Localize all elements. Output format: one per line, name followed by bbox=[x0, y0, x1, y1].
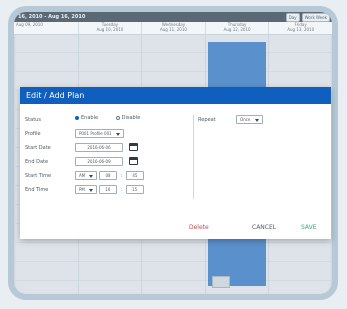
day-0: Aug 09, 2010 bbox=[14, 22, 78, 34]
cancel-button[interactable]: CANCEL bbox=[252, 224, 276, 231]
end-date-input[interactable]: 2016-06-09 bbox=[75, 157, 123, 166]
end-minute-input[interactable]: 15 bbox=[125, 185, 144, 194]
start-date-input[interactable]: 2016-06-06 bbox=[75, 143, 123, 152]
calendar-icon[interactable] bbox=[128, 157, 138, 165]
status-label: Status bbox=[25, 117, 41, 123]
end-ampm-select[interactable]: PM bbox=[75, 185, 98, 194]
repeat-control: Once bbox=[236, 115, 263, 124]
modal-divider bbox=[193, 115, 194, 199]
profile-select[interactable]: P001 Profile 001 bbox=[75, 129, 124, 138]
profile-select-value: P001 Profile 001 bbox=[79, 131, 112, 136]
day-1-date: Aug 10, 2010 bbox=[96, 27, 124, 32]
day-0-date: Aug 09, 2010 bbox=[16, 22, 43, 27]
calendar-header: 16, 2010 - Aug 16, 2010 Day Work Week bbox=[14, 12, 332, 22]
caret-down-icon bbox=[254, 118, 259, 122]
repeat-row: Repeat Once bbox=[198, 115, 328, 129]
delete-button[interactable]: Delete bbox=[189, 224, 209, 231]
status-options: Enable Disable bbox=[75, 115, 156, 122]
start-time-control: AM 08 : 45 bbox=[75, 171, 144, 180]
radio-unselected-icon bbox=[115, 116, 120, 120]
day-4: Friday Aug 13, 2010 bbox=[268, 22, 332, 34]
modal-actions: Delete CANCEL SAVE bbox=[20, 209, 331, 239]
profile-control: P001 Profile 001 bbox=[75, 129, 124, 138]
end-time-control: PM 10 : 15 bbox=[75, 185, 144, 194]
end-time-row: End Time PM 10 : 15 bbox=[25, 185, 195, 199]
caret-down-icon bbox=[115, 132, 120, 136]
profile-label: Profile bbox=[25, 131, 41, 137]
time-separator: : bbox=[120, 173, 123, 179]
view-controls: Day Work Week bbox=[285, 13, 330, 22]
repeat-select-value: Once bbox=[240, 117, 251, 122]
end-date-row: End Date 2016-06-09 bbox=[25, 157, 195, 171]
status-enable-label: Enable bbox=[81, 115, 99, 121]
modal-right-panel: Repeat Once bbox=[198, 115, 328, 129]
status-disable-option[interactable]: Disable bbox=[115, 115, 141, 121]
day-4-date: Aug 13, 2010 bbox=[287, 27, 315, 32]
calendar-range-title: 16, 2010 - Aug 16, 2010 bbox=[18, 14, 86, 20]
end-hour-input[interactable]: 10 bbox=[98, 185, 117, 194]
end-ampm-value: PM bbox=[79, 187, 85, 192]
end-time-label: End Time bbox=[25, 187, 49, 193]
day-1: Tuesday Aug 10, 2010 bbox=[77, 22, 142, 34]
edit-add-plan-modal: Edit / Add Plan Status Enable Disable Pr… bbox=[20, 87, 331, 239]
view-workweek-button[interactable]: Work Week bbox=[301, 13, 330, 22]
start-hour-input[interactable]: 08 bbox=[99, 171, 118, 180]
status-disable-label: Disable bbox=[121, 115, 141, 121]
day-2: Wednesday Aug 11, 2010 bbox=[141, 22, 205, 34]
calendar-icon[interactable] bbox=[128, 143, 138, 151]
radio-selected-icon bbox=[75, 116, 79, 120]
repeat-select[interactable]: Once bbox=[236, 115, 263, 124]
start-ampm-value: AM bbox=[79, 173, 86, 178]
time-separator: : bbox=[120, 187, 123, 193]
caret-down-icon bbox=[89, 188, 94, 192]
status-enable-option[interactable]: Enable bbox=[75, 115, 98, 121]
save-button[interactable]: SAVE bbox=[301, 224, 317, 231]
day-3-date: Aug 12, 2010 bbox=[223, 27, 251, 32]
repeat-label: Repeat bbox=[198, 117, 216, 123]
end-date-label: End Date bbox=[25, 159, 49, 165]
modal-title: Edit / Add Plan bbox=[20, 87, 331, 104]
start-time-label: Start Time bbox=[25, 173, 52, 179]
view-day-button[interactable]: Day bbox=[285, 13, 300, 22]
end-date-control: 2016-06-09 bbox=[75, 157, 138, 166]
day-2-date: Aug 11, 2010 bbox=[160, 27, 187, 32]
profile-row: Profile P001 Profile 001 bbox=[25, 129, 195, 143]
caret-down-icon bbox=[89, 174, 94, 178]
start-minute-input[interactable]: 45 bbox=[125, 171, 144, 180]
status-row: Status Enable Disable bbox=[25, 115, 195, 129]
start-date-control: 2016-06-06 bbox=[75, 143, 138, 152]
day-3: Thursday Aug 12, 2010 bbox=[204, 22, 269, 34]
start-date-label: Start Date bbox=[25, 145, 51, 151]
modal-left-panel: Status Enable Disable Profile P001 Profi… bbox=[25, 115, 195, 199]
event-resize-handle[interactable] bbox=[211, 276, 230, 288]
start-ampm-select[interactable]: AM bbox=[75, 171, 98, 180]
start-date-row: Start Date 2016-06-06 bbox=[25, 143, 195, 157]
start-time-row: Start Time AM 08 : 45 bbox=[25, 171, 195, 185]
